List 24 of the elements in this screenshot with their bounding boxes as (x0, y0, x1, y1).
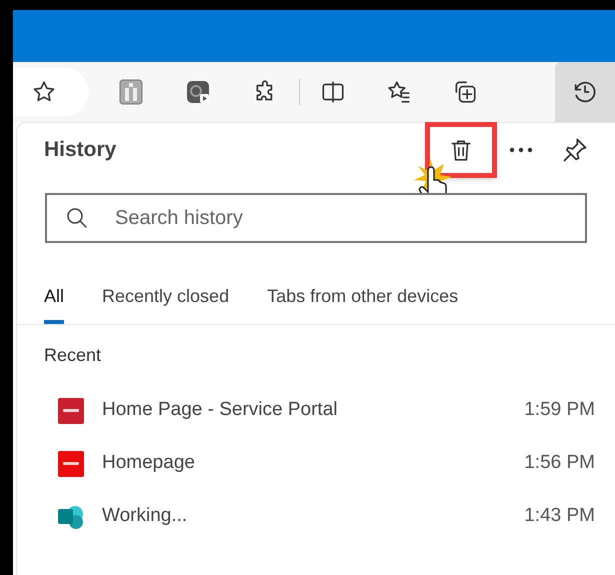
history-item[interactable]: Working... 1:43 PM (17, 490, 615, 543)
tab[interactable]: Tabs from other devices (267, 283, 458, 324)
tab[interactable]: All (44, 283, 64, 324)
history-button[interactable] (555, 62, 615, 122)
history-item[interactable]: Home Page - Service Portal 1:59 PM (17, 384, 615, 437)
item-time: 1:56 PM (524, 451, 595, 476)
item-title: Working... (102, 504, 188, 528)
extension-icon[interactable] (119, 79, 143, 105)
item-title: Homepage (102, 451, 195, 476)
search-field[interactable]: Search history (45, 193, 587, 243)
tab[interactable]: Recently closed (102, 283, 230, 324)
panel-title: History (44, 137, 116, 164)
pin-icon[interactable] (561, 136, 589, 164)
item-title: Home Page - Service Portal (102, 398, 338, 422)
search-icon (65, 206, 89, 230)
history-item[interactable]: Homepage 1:56 PM (17, 437, 615, 490)
item-time: 1:59 PM (524, 398, 595, 422)
more-options-icon[interactable] (509, 147, 533, 153)
split-screen-icon[interactable] (320, 79, 346, 105)
favorites-icon[interactable] (386, 79, 412, 105)
address-bar[interactable] (13, 68, 89, 116)
extension-icon[interactable] (186, 80, 210, 104)
section-heading: Recent (43, 344, 102, 367)
item-time: 1:43 PM (524, 504, 595, 528)
